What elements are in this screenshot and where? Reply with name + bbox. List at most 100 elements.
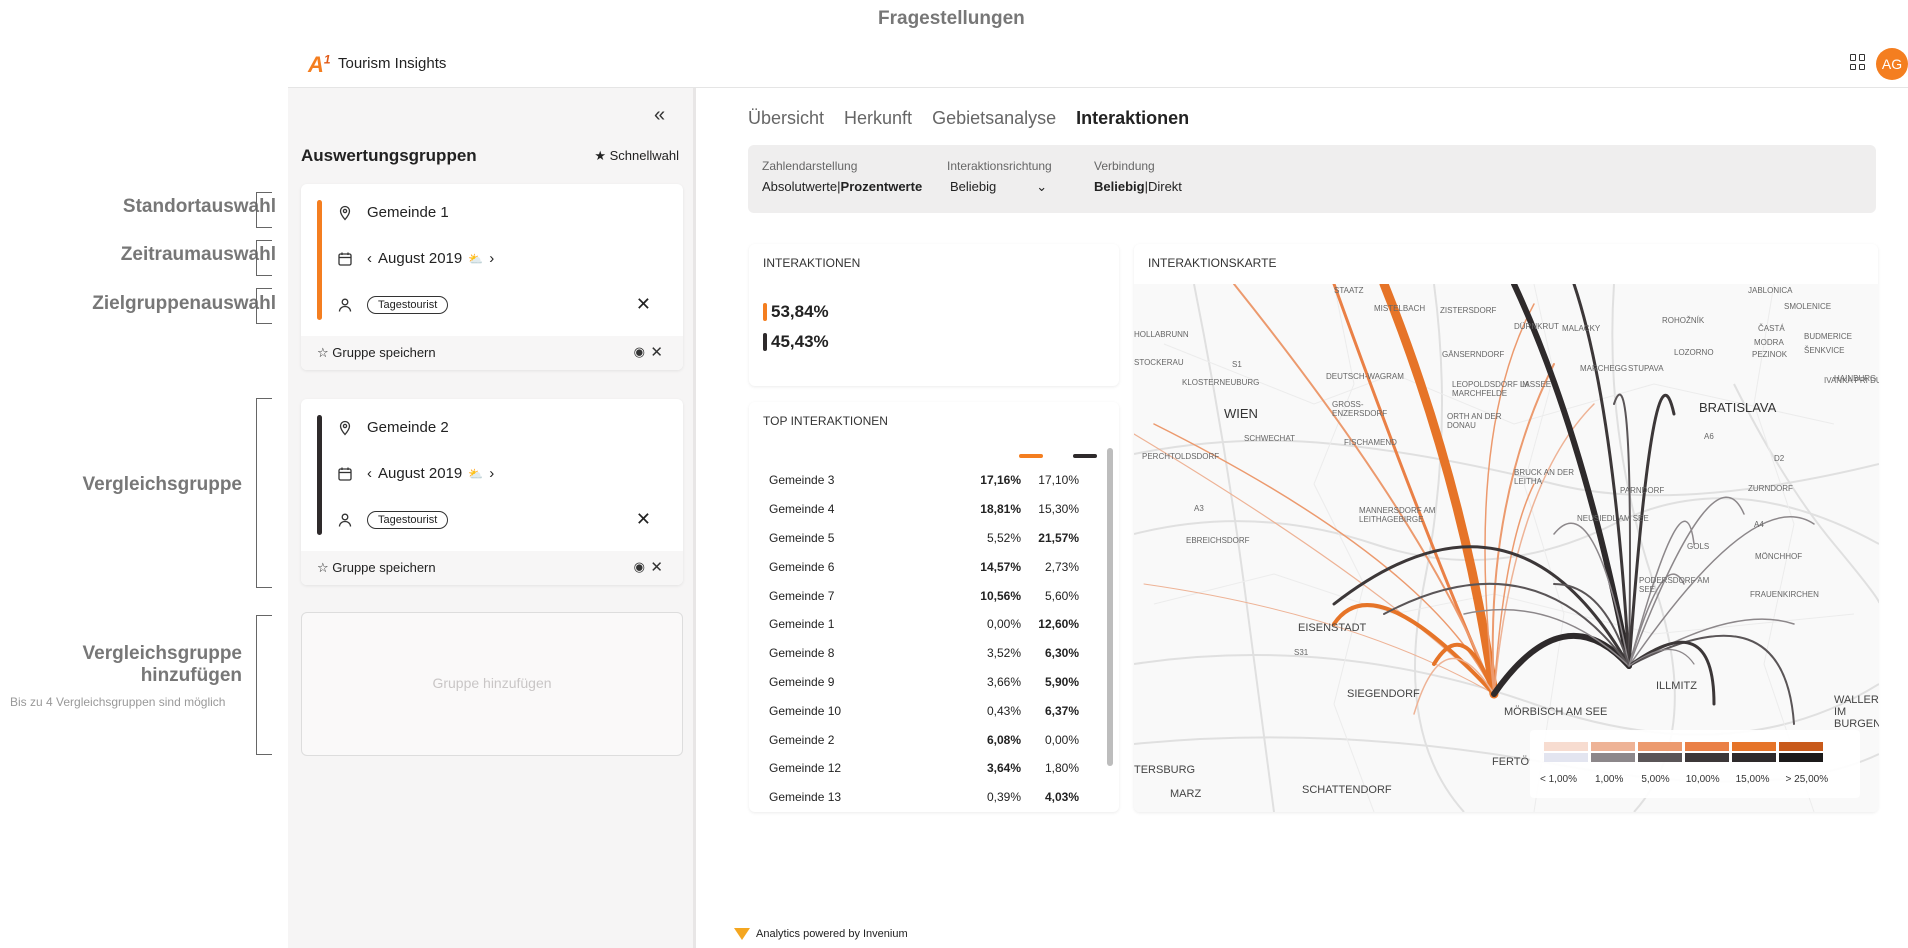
annotation-zeitraumauswahl: Zeitraumauswahl <box>120 244 276 265</box>
schnellwahl-button[interactable]: ★ Schnellwahl <box>594 148 679 164</box>
filter-label: Zahlendarstellung <box>762 159 858 173</box>
eye-icon[interactable]: ◉ <box>634 344 645 360</box>
prev-period-icon[interactable]: ‹ <box>367 250 372 267</box>
logo-letter: A <box>308 52 324 77</box>
series-marker-1 <box>1019 454 1043 458</box>
save-group-button[interactable]: ☆ Gruppe speichern <box>317 345 436 361</box>
place-label: LOZORNO <box>1674 348 1714 357</box>
table-row[interactable]: Gemeinde 4 18,81% 15,30% <box>769 495 1109 524</box>
legend-column <box>1732 742 1776 762</box>
avatar[interactable]: AG <box>1876 48 1908 80</box>
table-row[interactable]: Gemeinde 7 10,56% 5,60% <box>769 581 1109 610</box>
location-pin-icon <box>337 420 353 436</box>
place-label: TERSBURG <box>1134 764 1196 776</box>
legend-swatch-orange <box>1732 742 1776 751</box>
row-value-group-2: 1,80% <box>1044 761 1079 776</box>
table-row[interactable]: Gemeinde 13 0,39% 4,03% <box>769 783 1109 812</box>
place-label: BUDMERICE <box>1804 332 1853 341</box>
table-row[interactable]: Gemeinde 5 5,52% 21,57% <box>769 524 1109 553</box>
chevron-down-icon: ⌄ <box>1036 179 1048 194</box>
row-value-group-1: 5,52% <box>986 530 1021 545</box>
row-value-group-1: 0,43% <box>986 703 1021 718</box>
tab-herkunft[interactable]: Herkunft <box>844 108 912 129</box>
audience-row: Tagestourist <box>337 511 449 529</box>
row-name: Gemeinde 10 <box>769 703 842 718</box>
place-label: MODRA <box>1754 338 1784 347</box>
place-label: JABLONICA <box>1748 286 1793 295</box>
place-label: SCHWECHAT <box>1244 434 1295 443</box>
toggle-direkt[interactable]: Direkt <box>1148 179 1182 194</box>
table-row[interactable]: Gemeinde 1 0,00% 12,60% <box>769 610 1109 639</box>
place-label: FISCHAMEND <box>1344 438 1397 447</box>
place-label: HOLLABRUNN <box>1134 330 1189 339</box>
prev-period-icon[interactable]: ‹ <box>367 465 372 482</box>
road-label: A3 <box>1194 504 1204 513</box>
remove-group-icon[interactable]: ✕ <box>650 343 663 361</box>
road-label: A6 <box>1704 432 1714 441</box>
toggle-absolutwerte[interactable]: Absolutwerte <box>762 179 837 194</box>
calendar-icon <box>337 251 353 267</box>
clear-audience-icon[interactable]: ✕ <box>636 294 651 315</box>
legend-swatch-orange <box>1779 742 1823 751</box>
period-row: ‹ August 2019 ⛅ › <box>337 465 494 482</box>
collapse-sidebar-icon[interactable]: « <box>654 104 665 127</box>
toggle-verbindung[interactable]: Beliebig|Direkt <box>1094 179 1182 194</box>
table-row[interactable]: Gemeinde 6 14,57% 2,73% <box>769 552 1109 581</box>
legend-label: < 1,00% <box>1540 774 1577 785</box>
next-period-icon[interactable]: › <box>489 465 494 482</box>
annotation-vergleich-note: Bis zu 4 Vergleichsgruppen sind möglich <box>10 695 226 709</box>
scrollbar-thumb[interactable] <box>1107 448 1113 766</box>
tab-uebersicht[interactable]: Übersicht <box>748 108 824 129</box>
eye-icon[interactable]: ◉ <box>634 559 645 575</box>
place-label: MARCHEGG <box>1580 364 1628 373</box>
road-label: D2 <box>1774 454 1785 463</box>
clear-audience-icon[interactable]: ✕ <box>636 509 651 530</box>
add-group-button[interactable]: Gruppe hinzufügen <box>301 612 683 756</box>
table-body: Gemeinde 3 17,16% 17,10% Gemeinde 4 18,81% 15… <box>769 466 1109 812</box>
location-row[interactable]: Gemeinde 2 <box>337 419 449 436</box>
table-row[interactable]: Gemeinde 2 6,08% 0,00% <box>769 725 1109 754</box>
toggle-prozentwerte[interactable]: Prozentwerte <box>841 179 923 194</box>
place-label: PODERSDORF AM SEE <box>1639 576 1710 594</box>
place-label: ŠENKVICE <box>1804 346 1845 355</box>
richtung-select[interactable]: Beliebig ⌄ <box>947 179 1052 195</box>
filter-label: Interaktionsrichtung <box>947 159 1052 173</box>
save-group-button[interactable]: ☆ Gruppe speichern <box>317 560 436 576</box>
place-label: PEZINOK <box>1752 350 1788 359</box>
apps-grid-icon[interactable] <box>1850 54 1866 70</box>
table-row[interactable]: Gemeinde 8 3,52% 6,30% <box>769 639 1109 668</box>
legend-label: 5,00% <box>1641 774 1670 785</box>
star-filled-icon: ★ <box>594 148 606 163</box>
location-row[interactable]: Gemeinde 1 <box>337 204 449 221</box>
row-value-group-1: 3,66% <box>986 674 1021 689</box>
audience-chip[interactable]: Tagestourist <box>367 511 449 529</box>
table-row[interactable]: Gemeinde 12 3,64% 1,80% <box>769 754 1109 783</box>
tab-interaktionen[interactable]: Interaktionen <box>1076 108 1189 129</box>
remove-group-icon[interactable]: ✕ <box>650 558 663 576</box>
table-row[interactable]: Gemeinde 10 0,43% 6,37% <box>769 696 1109 725</box>
place-label: EISENSTADT <box>1298 622 1367 634</box>
toggle-zahlendarstellung[interactable]: Absolutwerte|Prozentwerte <box>762 179 922 194</box>
group-card-2: Gemeinde 2 ‹ August 2019 ⛅ › Tagestouris… <box>301 399 683 585</box>
row-value-group-1: 3,64% <box>986 761 1021 776</box>
scrollbar[interactable] <box>1107 448 1113 766</box>
place-label: FERTÖ <box>1492 756 1530 768</box>
legend-swatch-orange <box>1591 742 1635 751</box>
period-row: ‹ August 2019 ⛅ › <box>337 250 494 267</box>
table-row[interactable]: Gemeinde 3 17,16% 17,10% <box>769 466 1109 495</box>
group-card-1: Gemeinde 1 ‹ August 2019 ⛅ › Tagestouris… <box>301 184 683 370</box>
row-value-group-2: 21,57% <box>1038 530 1079 545</box>
next-period-icon[interactable]: › <box>489 250 494 267</box>
filter-richtung: Interaktionsrichtung Beliebig ⌄ <box>947 159 1052 195</box>
a1-logo[interactable]: A1 <box>308 52 331 78</box>
place-label: STOCKERAU <box>1134 358 1184 367</box>
tab-gebietsanalyse[interactable]: Gebietsanalyse <box>932 108 1056 129</box>
row-name: Gemeinde 4 <box>769 502 835 517</box>
group-color-bar <box>317 200 322 320</box>
table-row[interactable]: Gemeinde 9 3,66% 5,90% <box>769 668 1109 697</box>
annotation-vergleich-add-line1: Vergleichsgruppe <box>82 643 242 664</box>
place-label: PARNDORF <box>1620 486 1665 495</box>
audience-chip[interactable]: Tagestourist <box>367 296 449 314</box>
toggle-beliebig[interactable]: Beliebig <box>1094 179 1145 194</box>
row-value-group-2: 15,30% <box>1038 502 1079 517</box>
